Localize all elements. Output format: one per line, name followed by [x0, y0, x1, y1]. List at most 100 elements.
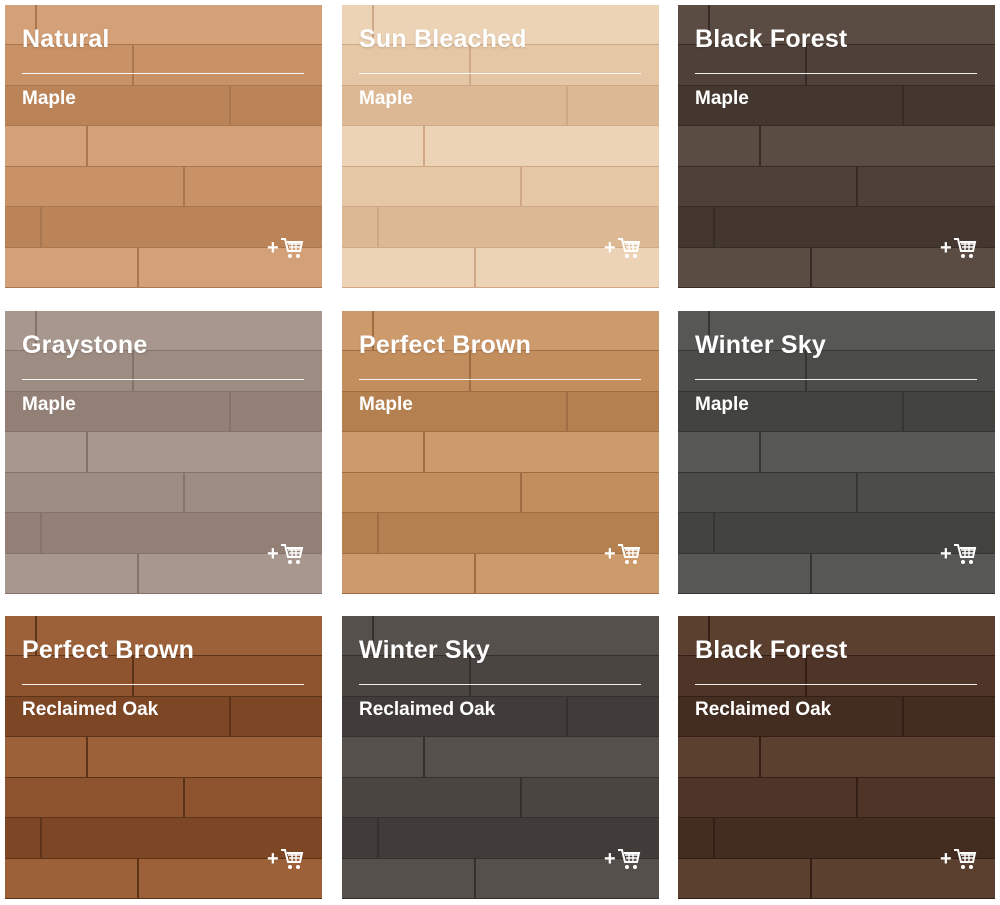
plank-row	[678, 737, 995, 778]
plank-seam	[856, 472, 858, 513]
add-to-cart-button[interactable]: +	[267, 235, 307, 261]
plank-seam	[86, 737, 88, 777]
plank-seam	[474, 858, 476, 898]
plank-seam	[423, 432, 425, 472]
plank-seam	[902, 85, 904, 126]
plank-seam	[810, 553, 812, 593]
plank-seam	[423, 737, 425, 777]
plank-row	[342, 126, 659, 167]
shopping-cart-icon	[280, 544, 303, 564]
plank-seam	[759, 737, 761, 777]
plank-seam	[183, 777, 185, 818]
plank-seam	[377, 207, 379, 247]
plank-seam	[132, 45, 134, 85]
plank-row	[342, 737, 659, 778]
divider	[22, 684, 304, 685]
shopping-cart-icon	[280, 238, 303, 258]
plank-seam	[137, 553, 139, 593]
shopping-cart-icon	[280, 849, 303, 869]
plank-seam	[377, 513, 379, 553]
plank-seam	[810, 858, 812, 898]
add-to-cart-button[interactable]: +	[604, 541, 644, 567]
product-grid: Natural Maple + Sun Bleached Maple + Bla…	[0, 0, 1000, 905]
plank-row	[678, 432, 995, 473]
shopping-cart-icon	[617, 238, 640, 258]
divider	[695, 379, 977, 380]
shopping-cart-icon	[617, 849, 640, 869]
plank-seam	[759, 432, 761, 472]
add-to-cart-button[interactable]: +	[604, 235, 644, 261]
plank-seam	[810, 247, 812, 287]
add-to-cart-button[interactable]: +	[940, 541, 980, 567]
plank-seam	[713, 818, 715, 858]
add-to-cart-button[interactable]: +	[940, 846, 980, 872]
add-to-cart-button[interactable]: +	[267, 541, 307, 567]
plank-seam	[520, 166, 522, 207]
add-to-cart-button[interactable]: +	[940, 235, 980, 261]
plank-seam	[902, 696, 904, 737]
plank-row	[5, 737, 322, 778]
product-tile[interactable]: Perfect Brown Reclaimed Oak +	[5, 616, 322, 899]
shopping-cart-icon	[617, 544, 640, 564]
plus-icon: +	[940, 848, 952, 870]
plank-seam	[40, 513, 42, 553]
plus-icon: +	[940, 237, 952, 259]
plus-icon: +	[267, 237, 279, 259]
product-tile[interactable]: Winter Sky Reclaimed Oak +	[342, 616, 659, 899]
plank-seam	[566, 391, 568, 432]
plank-seam	[520, 777, 522, 818]
plus-icon: +	[604, 237, 616, 259]
product-species: Reclaimed Oak	[695, 699, 832, 720]
plus-icon: +	[267, 543, 279, 565]
plank-seam	[229, 85, 231, 126]
plank-seam	[713, 207, 715, 247]
product-tile[interactable]: Black Forest Reclaimed Oak +	[678, 616, 995, 899]
plank-row	[5, 777, 322, 819]
product-title: Black Forest	[695, 25, 848, 53]
plank-seam	[474, 247, 476, 287]
plank-row	[342, 472, 659, 514]
plank-seam	[229, 696, 231, 737]
shopping-cart-icon	[953, 238, 976, 258]
product-species: Reclaimed Oak	[22, 699, 159, 720]
plank-seam	[137, 858, 139, 898]
product-tile[interactable]: Winter Sky Maple +	[678, 311, 995, 594]
product-species: Maple	[359, 394, 413, 415]
product-title: Winter Sky	[695, 331, 826, 359]
plus-icon: +	[604, 848, 616, 870]
plank-seam	[229, 391, 231, 432]
plank-seam	[566, 85, 568, 126]
plank-seam	[520, 472, 522, 513]
shopping-cart-icon	[953, 544, 976, 564]
product-title: Natural	[22, 25, 110, 53]
product-tile[interactable]: Sun Bleached Maple +	[342, 5, 659, 288]
plank-seam	[856, 777, 858, 818]
add-to-cart-button[interactable]: +	[267, 846, 307, 872]
plank-seam	[86, 126, 88, 166]
plank-seam	[137, 247, 139, 287]
add-to-cart-button[interactable]: +	[604, 846, 644, 872]
product-title: Black Forest	[695, 636, 848, 664]
plank-seam	[856, 166, 858, 207]
product-tile[interactable]: Graystone Maple +	[5, 311, 322, 594]
product-title: Perfect Brown	[359, 331, 532, 359]
product-title: Winter Sky	[359, 636, 490, 664]
product-species: Reclaimed Oak	[359, 699, 496, 720]
plank-seam	[183, 166, 185, 207]
plank-row	[5, 432, 322, 473]
product-title: Graystone	[22, 331, 148, 359]
product-tile[interactable]: Perfect Brown Maple +	[342, 311, 659, 594]
divider	[695, 684, 977, 685]
product-tile[interactable]: Natural Maple +	[5, 5, 322, 288]
product-species: Maple	[22, 88, 76, 109]
divider	[359, 73, 641, 74]
plus-icon: +	[940, 543, 952, 565]
plank-row	[678, 126, 995, 167]
divider	[359, 684, 641, 685]
product-tile[interactable]: Black Forest Maple +	[678, 5, 995, 288]
product-species: Maple	[22, 394, 76, 415]
plank-seam	[902, 391, 904, 432]
plank-seam	[86, 432, 88, 472]
plank-seam	[40, 818, 42, 858]
plank-seam	[40, 207, 42, 247]
